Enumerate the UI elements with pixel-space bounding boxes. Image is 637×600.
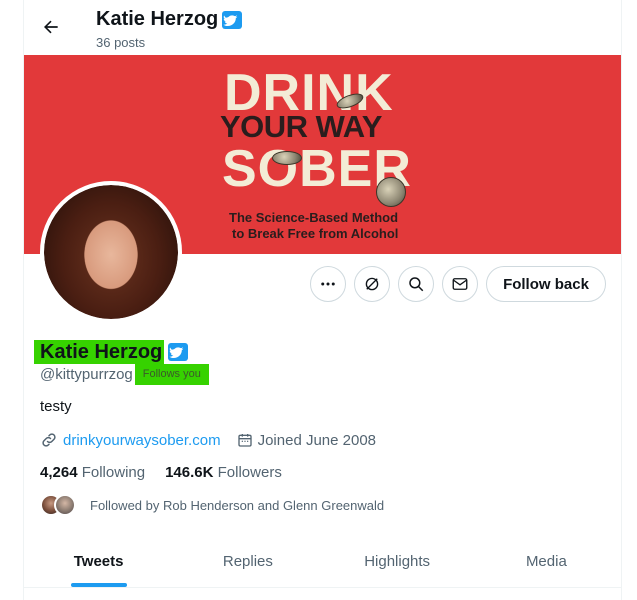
tab-tweets[interactable]: Tweets — [24, 535, 173, 587]
more-dots-icon — [321, 282, 335, 286]
profile-handle: @kittypurrzog — [40, 366, 133, 383]
grok-button[interactable] — [354, 266, 390, 302]
follow-back-button[interactable]: Follow back — [486, 266, 606, 302]
following-count: 4,264 — [40, 464, 78, 481]
calendar-icon — [237, 434, 252, 447]
follow-stats-row: 4,264 Following 146.6K Followers — [40, 464, 282, 481]
active-tab-indicator — [70, 583, 127, 587]
tab-highlights[interactable]: Highlights — [323, 535, 472, 587]
search-profile-button[interactable] — [398, 266, 434, 302]
profile-name-row: Katie Herzog — [34, 340, 189, 364]
tab-label: Media — [525, 552, 567, 570]
message-button[interactable] — [442, 266, 478, 302]
bottle-cap-decoration — [272, 151, 302, 165]
search-icon — [409, 277, 424, 292]
joined-date: Joined June 2008 — [237, 432, 376, 449]
following-link[interactable]: 4,264 Following — [40, 464, 145, 481]
header-post-count: 36 posts — [96, 35, 146, 50]
profile-header-bar: Katie Herzog 36 posts — [24, 0, 621, 55]
header-title: Katie Herzog — [96, 8, 243, 31]
banner-subtitle-line2: to Break Free from Alcohol — [232, 226, 399, 241]
avatar-image — [44, 185, 178, 319]
followed-by-text: Followed by Rob Henderson and Glenn Gree… — [90, 497, 385, 513]
verified-badge-icon — [222, 10, 243, 29]
profile-meta-row: drinkyourwaysober.com Joined June 2008 — [40, 431, 376, 449]
follower-avatar — [54, 494, 76, 516]
profile-tabs: Tweets Replies Highlights Media — [24, 535, 621, 588]
followed-by-row[interactable]: Followed by Rob Henderson and Glenn Gree… — [40, 494, 384, 516]
link-icon — [42, 433, 56, 447]
profile-name: Katie Herzog — [34, 340, 165, 364]
verified-badge-icon[interactable] — [168, 343, 189, 361]
tab-label: Highlights — [364, 552, 431, 570]
header-name: Katie Herzog — [96, 8, 219, 30]
tab-label: Replies — [222, 552, 273, 570]
tab-media[interactable]: Media — [472, 535, 621, 587]
profile-bio: testy — [40, 398, 72, 415]
handle-row: @kittypurrzog Follows you — [40, 364, 209, 385]
profile-website-link[interactable]: drinkyourwaysober.com — [63, 432, 221, 449]
grok-icon — [365, 277, 379, 291]
follows-you-badge: Follows you — [134, 364, 209, 385]
banner-subtitle-line1: The Science-Based Method — [229, 210, 399, 225]
bottle-cap-decoration — [376, 177, 406, 207]
profile-avatar[interactable] — [40, 181, 182, 323]
followers-label: Followers — [217, 464, 282, 481]
joined-date-text: Joined June 2008 — [257, 431, 377, 449]
followers-link[interactable]: 146.6K Followers — [165, 464, 282, 481]
following-label: Following — [81, 464, 146, 481]
tab-replies[interactable]: Replies — [173, 535, 322, 587]
more-options-button[interactable] — [310, 266, 346, 302]
mail-icon — [452, 278, 468, 290]
frame-right-border — [621, 0, 622, 600]
arrow-left-icon — [44, 20, 58, 34]
back-button[interactable] — [36, 12, 66, 42]
followers-count: 146.6K — [165, 464, 214, 481]
tab-label: Tweets — [73, 552, 124, 570]
